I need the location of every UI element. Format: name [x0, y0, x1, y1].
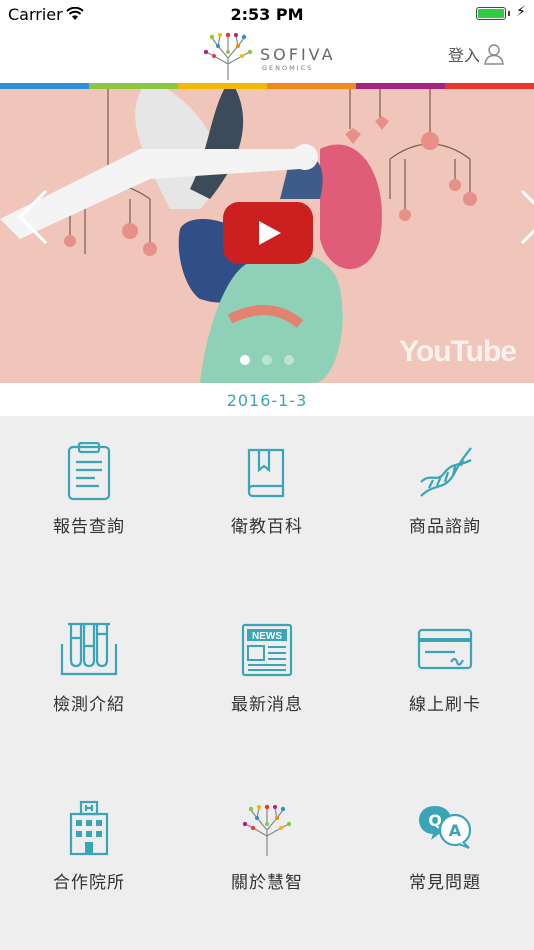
menu-about-sofiva[interactable]: 關於慧智 [178, 772, 356, 950]
chevron-right-icon [520, 189, 534, 245]
menu-label: 商品諮詢 [409, 517, 481, 537]
carousel-page-indicator[interactable] [0, 350, 534, 369]
menu-report-query[interactable]: 報告查詢 [0, 416, 178, 594]
tree-logo-icon [242, 804, 292, 856]
page-dot-2[interactable] [262, 355, 272, 365]
menu-product-consult[interactable]: 商品諮詢 [356, 416, 534, 594]
status-bar: Carrier 2:53 PM ⚡ [0, 0, 534, 28]
brand-name: SOFIVA [260, 45, 336, 64]
menu-label: 衛教百科 [231, 517, 303, 537]
carousel-date: 2016-1-3 [0, 383, 534, 416]
menu-label: 報告查詢 [53, 517, 125, 537]
brand-subtitle: GENOMICS [262, 64, 314, 72]
menu-label: 關於慧智 [231, 873, 303, 893]
menu-label: 最新消息 [231, 695, 303, 715]
chevron-left-icon [17, 189, 48, 245]
svg-text:A: A [449, 821, 462, 840]
video-play-button[interactable] [223, 202, 313, 264]
charging-icon: ⚡ [516, 4, 526, 20]
nav-bar: SOFIVA GENOMICS 登入 [0, 28, 534, 83]
newspaper-icon: NEWS [241, 623, 293, 677]
menu-partner-clinics[interactable]: 合作院所 [0, 772, 178, 950]
sofiva-logo[interactable]: SOFIVA GENOMICS [200, 28, 340, 83]
credit-card-icon [417, 628, 473, 670]
video-carousel[interactable]: YouTube [0, 89, 534, 383]
clipboard-report-icon [67, 442, 111, 501]
tree-logo-icon [203, 32, 253, 80]
login-label: 登入 [447, 46, 480, 65]
qa-bubble-icon: Q A [419, 806, 472, 849]
test-tubes-icon [60, 622, 118, 676]
main-menu-grid: 報告查詢 衛教百科 商品諮詢 檢測介紹 NEWS 最新消息 線上刷卡 合作院所 … [0, 416, 534, 950]
dna-icon [420, 447, 472, 497]
battery-icon [476, 7, 506, 20]
hospital-icon [69, 800, 109, 856]
menu-test-intro[interactable]: 檢測介紹 [0, 594, 178, 772]
menu-online-payment[interactable]: 線上刷卡 [356, 594, 534, 772]
page-dot-3[interactable] [284, 355, 294, 365]
menu-latest-news[interactable]: NEWS 最新消息 [178, 594, 356, 772]
clock: 2:53 PM [230, 5, 304, 24]
menu-faq[interactable]: Q A 常見問題 [356, 772, 534, 950]
menu-health-encyclopedia[interactable]: 衛教百科 [178, 416, 356, 594]
menu-label: 線上刷卡 [409, 695, 481, 715]
login-button[interactable]: 登入 [448, 42, 504, 66]
page-dot-1[interactable] [240, 355, 250, 365]
svg-text:NEWS: NEWS [252, 631, 282, 642]
menu-label: 檢測介紹 [53, 695, 125, 715]
menu-label: 合作院所 [53, 873, 125, 893]
battery-tip [508, 11, 510, 16]
menu-label: 常見問題 [409, 873, 481, 893]
book-icon [247, 448, 285, 498]
user-icon [484, 44, 504, 65]
